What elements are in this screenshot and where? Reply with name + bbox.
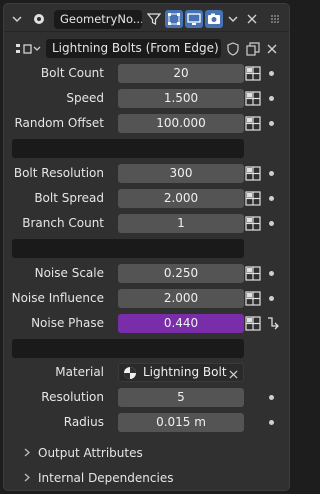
input-value-field[interactable]: 1.500 [118, 89, 244, 108]
material-clear-icon[interactable] [229, 368, 238, 382]
attribute-toggle-icon[interactable] [245, 164, 261, 183]
modifier-header: GeometryNo... [4, 4, 289, 32]
input-label: Noise Influence [11, 291, 104, 305]
keyframe-dot-icon[interactable] [269, 221, 274, 226]
input-label: Bolt Resolution [13, 166, 104, 180]
input-label: Noise Phase [31, 316, 104, 330]
modifier-panel: GeometryNo... Lightning Bolts (From Edge… [3, 3, 290, 491]
input-value-field[interactable]: 2.000 [118, 289, 244, 308]
attribute-toggle-icon[interactable] [245, 64, 261, 83]
keyframe-dot-icon[interactable] [269, 121, 274, 126]
material-label: Material [55, 365, 104, 379]
unlink-close-icon[interactable] [263, 39, 281, 58]
input-label: Random Offset [14, 116, 104, 130]
input-label: Bolt Count [40, 66, 104, 80]
material-sphere-icon [123, 366, 137, 383]
subpanel-internal-dependencies[interactable]: Internal Dependencies [24, 469, 173, 488]
attribute-toggle-icon[interactable] [245, 314, 261, 333]
input-label: Branch Count [22, 216, 104, 230]
drag-handle-icon[interactable] [266, 10, 284, 28]
section-separator-bar [12, 239, 244, 258]
input-value-field[interactable]: 20 [118, 64, 244, 83]
input-value-field[interactable]: 2.000 [118, 189, 244, 208]
render-icon[interactable] [205, 10, 223, 28]
node-group-name-field[interactable]: Lightning Bolts (From Edge) [46, 39, 221, 58]
input-value-field[interactable]: 300 [118, 164, 244, 183]
input-value-field[interactable]: 5 [118, 388, 244, 407]
subpanel-output-attributes[interactable]: Output Attributes [24, 444, 143, 463]
keyframe-dot-icon[interactable] [269, 271, 274, 276]
keyframe-dot-icon[interactable] [269, 171, 274, 176]
section-separator-bar [12, 339, 244, 358]
realtime-icon[interactable] [185, 10, 203, 28]
chevron-right-icon [24, 469, 38, 488]
chevron-right-icon [24, 444, 38, 463]
attribute-toggle-icon[interactable] [245, 289, 261, 308]
input-label: Bolt Spread [34, 191, 104, 205]
modifier-name-field[interactable]: GeometryNo... [54, 10, 142, 29]
input-label: Speed [66, 91, 104, 105]
keyframe-dot-icon[interactable] [269, 420, 274, 425]
subpanel-label: Internal Dependencies [38, 471, 174, 485]
attribute-toggle-icon[interactable] [245, 114, 261, 133]
input-value-field[interactable]: 100.000 [118, 114, 244, 133]
close-icon[interactable] [244, 10, 260, 28]
fake-user-shield-icon[interactable] [224, 39, 242, 58]
attribute-toggle-icon[interactable] [245, 264, 261, 283]
input-label: Noise Scale [34, 266, 104, 280]
input-label: Radius [63, 415, 104, 429]
collapse-chevron-icon[interactable] [10, 10, 24, 28]
input-value-field[interactable]: 0.015 m [118, 413, 244, 432]
keyframe-dot-icon[interactable] [269, 196, 274, 201]
section-separator-bar [12, 139, 244, 158]
dropdown-chevron-icon[interactable] [225, 10, 241, 28]
input-value-field[interactable]: 0.250 [118, 264, 244, 283]
edit-mode-icon[interactable] [165, 10, 183, 28]
attribute-toggle-icon[interactable] [245, 189, 261, 208]
duplicate-icon[interactable] [244, 39, 262, 58]
keyframe-dot-icon[interactable] [269, 71, 274, 76]
attribute-toggle-icon[interactable] [245, 214, 261, 233]
subpanel-label: Output Attributes [38, 446, 143, 460]
driver-arrow-icon[interactable] [266, 316, 280, 332]
input-value-field[interactable]: 1 [118, 214, 244, 233]
keyframe-dot-icon[interactable] [269, 296, 274, 301]
attribute-toggle-icon[interactable] [245, 89, 261, 108]
input-label: Resolution [41, 390, 104, 404]
keyframe-dot-icon[interactable] [269, 96, 274, 101]
keyframe-dot-icon[interactable] [269, 395, 274, 400]
node-tree-icon[interactable] [12, 39, 44, 58]
material-field[interactable]: Lightning Bolt [118, 363, 244, 382]
funnel-icon[interactable] [145, 10, 163, 28]
material-name: Lightning Bolt [143, 365, 227, 379]
input-value-field[interactable]: 0.440 [118, 314, 244, 333]
geometry-nodes-modifier-icon [30, 10, 48, 28]
